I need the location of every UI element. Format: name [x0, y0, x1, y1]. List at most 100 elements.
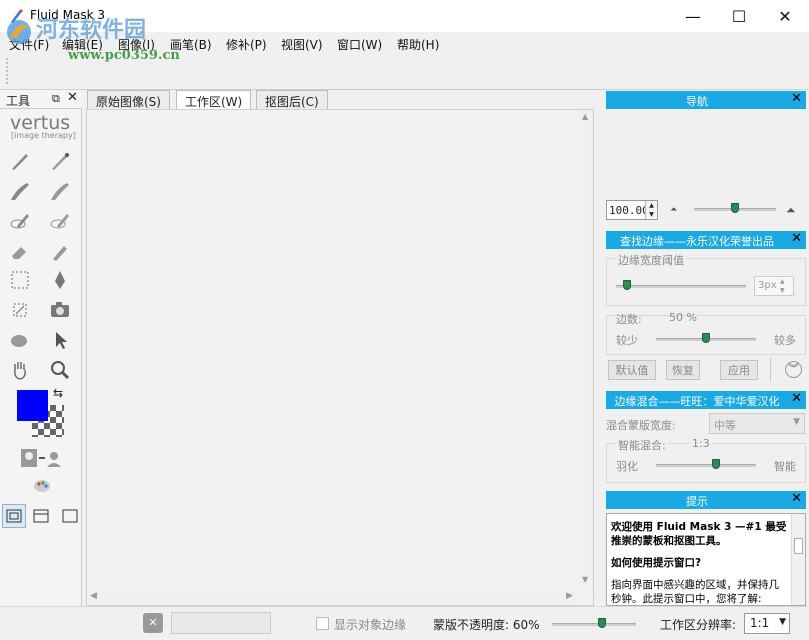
zoom-value: 100.00 [609, 204, 649, 217]
opacity-label: 蒙版不透明度: 60% [433, 618, 540, 632]
wide-brush-alt-tool-icon[interactable] [48, 179, 72, 203]
smart-blend-label: 智能混合: [616, 437, 668, 453]
vertical-scrollbar[interactable] [580, 110, 593, 590]
edge-count-more: 较多 [774, 334, 796, 347]
tips-scroll-thumb[interactable] [794, 538, 803, 554]
edge-width-slider-thumb[interactable] [623, 280, 631, 290]
tools-title: 工具 [6, 94, 31, 108]
tools-close-icon[interactable]: ✕ [67, 90, 78, 105]
tips-close-icon[interactable]: ✕ [791, 491, 802, 506]
show-edges-checkbox[interactable] [316, 617, 329, 630]
blend-width-value: 中等 [714, 419, 736, 432]
pen-path-tool-icon[interactable] [48, 268, 72, 292]
toolbar-grip[interactable] [6, 58, 8, 84]
zoom-tool-icon[interactable] [48, 358, 72, 382]
navigator-close-icon[interactable]: ✕ [791, 91, 802, 106]
eraser-tool-icon[interactable] [8, 240, 32, 264]
patch-brush-tool-icon[interactable] [8, 209, 32, 233]
zoom-out-icon[interactable]: ⏶ [670, 205, 677, 215]
edge-width-input[interactable]: 3px [754, 276, 794, 296]
menu-window[interactable]: 窗口(W) [337, 36, 382, 53]
smart-blend-slider-track[interactable] [656, 464, 756, 467]
resolution-select[interactable]: 1:1 ▼ [744, 613, 790, 634]
navigator-title: 导航 [686, 95, 708, 108]
tab-workspace[interactable]: 工作区(W) [176, 90, 252, 110]
restore-button[interactable]: 恢复 [666, 360, 700, 380]
view-mode-1-icon[interactable] [2, 504, 26, 528]
edge-width-label: 边缘宽度阈值 [616, 252, 686, 268]
scroll-down-icon[interactable]: ▼ [582, 575, 588, 584]
maximize-button[interactable]: ☐ [716, 0, 762, 32]
zoom-slider-thumb[interactable] [731, 203, 739, 213]
resolution-value: 1:1 [750, 616, 770, 630]
edge-panel-close-icon[interactable]: ✕ [791, 231, 802, 246]
swap-subject-icon[interactable] [20, 446, 64, 470]
blend-width-select[interactable]: 中等 ▼ [709, 413, 805, 434]
blend-panel-close-icon[interactable]: ✕ [791, 391, 802, 406]
close-button[interactable]: ✕ [762, 0, 808, 32]
minimize-icon: — [685, 6, 701, 26]
menu-help[interactable]: 帮助(H) [397, 36, 439, 53]
zoom-spinner[interactable]: ▲ ▼ [645, 201, 657, 219]
edge-width-slider-track[interactable] [616, 285, 746, 288]
default-button[interactable]: 默认值 [608, 360, 656, 380]
scroll-right-icon[interactable]: ▶ [566, 591, 573, 601]
expand-chevron-icon[interactable]: ︾ [785, 361, 802, 378]
zoom-in-icon[interactable]: ⏶ [786, 203, 796, 218]
edge-panel-title: 查找边缘——永乐汉化荣誉出品 [620, 235, 774, 248]
work-canvas[interactable] [86, 109, 594, 606]
edge-count-value: 50 % [669, 311, 697, 324]
crop-tool-icon[interactable] [8, 298, 32, 322]
pointer-tool-icon[interactable] [48, 328, 72, 352]
apply-button[interactable]: 应用 [720, 360, 758, 380]
maximize-icon: ☐ [731, 6, 747, 26]
blend-panel-header: 边缘混合——旺旺：爱中华爱汉化 ✕ [606, 391, 806, 409]
minimize-button[interactable]: — [670, 0, 716, 32]
tips-title: 提示 [686, 495, 708, 508]
edge-count-slider-thumb[interactable] [702, 333, 710, 343]
blend-width-label: 混合蒙版宽度: [606, 419, 676, 432]
edge-panel-header: 查找边缘——永乐汉化荣誉出品 ✕ [606, 231, 806, 249]
patch-brush-alt-tool-icon[interactable] [48, 209, 72, 233]
edge-count-less: 较少 [616, 334, 638, 347]
opacity-slider-track[interactable] [552, 623, 636, 626]
smart-label: 智能 [774, 460, 796, 473]
hand-tool-icon[interactable] [8, 358, 32, 382]
menu-view[interactable]: 视图(V) [281, 36, 323, 53]
smudge-tool-icon[interactable] [8, 328, 32, 352]
smart-blend-value: 1:3 [690, 437, 712, 450]
pen-brush-alt-tool-icon[interactable] [48, 149, 72, 173]
smart-blend-slider-thumb[interactable] [712, 459, 720, 469]
vertus-tagline: [image therapy] [11, 131, 76, 140]
edge-width-value: 3px [758, 280, 777, 291]
wide-brush-tool-icon[interactable] [8, 179, 32, 203]
progress-field [171, 612, 271, 634]
swap-colors-icon[interactable]: ⇆ [53, 386, 63, 400]
edge-width-spinner[interactable]: ▲ ▼ [780, 277, 785, 295]
pencil-tool-icon[interactable] [48, 240, 72, 264]
tab-original[interactable]: 原始图像(S) [87, 90, 170, 109]
pen-brush-tool-icon[interactable] [8, 149, 32, 173]
dock-icon[interactable]: ⧉ [52, 92, 60, 106]
chevron-down-icon: ▼ [793, 417, 800, 427]
tips-scrollbar[interactable] [791, 514, 805, 605]
scroll-up-icon[interactable]: ▲ [582, 112, 588, 121]
divider [770, 358, 771, 382]
view-mode-3-icon[interactable] [58, 504, 82, 528]
watermark-brand: 河东软件园 [36, 17, 147, 43]
navigator-header: 导航 ✕ [606, 91, 806, 109]
tips-how: 如何使用提示窗口? [611, 557, 702, 569]
tab-after-cutout[interactable]: 抠图后(C) [256, 90, 328, 109]
scroll-left-icon[interactable]: ◀ [90, 591, 97, 601]
camera-tool-icon[interactable] [48, 298, 72, 322]
tips-header: 提示 ✕ [606, 491, 806, 509]
view-mode-2-icon[interactable] [29, 504, 53, 528]
menu-patch[interactable]: 修补(P) [226, 36, 267, 53]
stop-icon[interactable]: ✕ [143, 613, 163, 633]
horizontal-scrollbar[interactable] [87, 591, 580, 605]
foreground-color[interactable] [17, 390, 48, 421]
marquee-select-tool-icon[interactable] [8, 268, 32, 292]
palette-icon[interactable] [30, 474, 54, 498]
watermark-url: www.pc0359.cn [68, 48, 180, 63]
feather-label: 羽化 [616, 460, 638, 473]
